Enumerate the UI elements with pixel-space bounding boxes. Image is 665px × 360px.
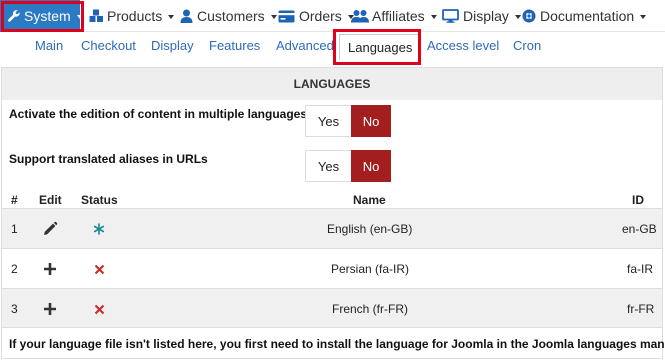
tab-languages[interactable]: Languages xyxy=(339,34,422,60)
table-row: 1 English (en-GB) en-GB xyxy=(2,208,662,248)
credit-card-icon xyxy=(277,8,296,24)
menu-products[interactable]: Products xyxy=(88,0,175,32)
user-icon xyxy=(178,8,194,24)
language-name: French (fr-FR) xyxy=(332,302,408,316)
chevron-down-icon xyxy=(430,14,437,19)
plus-icon[interactable] xyxy=(43,289,57,329)
menu-orders[interactable]: Orders xyxy=(277,0,354,32)
tab-checkout[interactable]: Checkout xyxy=(81,32,136,58)
languages-panel: LANGUAGES Activate the edition of conten… xyxy=(1,67,665,359)
install-language-note: If your language file isn't listed here,… xyxy=(2,327,665,359)
monitor-icon xyxy=(441,8,460,24)
menu-orders-label: Orders xyxy=(299,8,342,24)
menu-products-label: Products xyxy=(107,8,163,24)
tab-cron[interactable]: Cron xyxy=(513,32,541,58)
row-number: 3 xyxy=(11,302,18,316)
multilang-toggle: Yes No xyxy=(305,105,391,137)
cubes-icon xyxy=(88,8,104,24)
tab-access-level[interactable]: Access level xyxy=(427,32,499,58)
menu-documentation[interactable]: Documentation xyxy=(521,0,647,32)
x-icon xyxy=(94,249,105,289)
col-header-id: ID xyxy=(632,193,644,207)
row-number: 2 xyxy=(11,262,18,276)
life-ring-icon xyxy=(521,8,537,24)
setting-aliases-label: Support translated aliases in URLs xyxy=(9,152,208,166)
chevron-down-icon xyxy=(76,14,83,19)
menu-customers[interactable]: Customers xyxy=(178,0,277,32)
tab-advanced[interactable]: Advanced xyxy=(276,32,334,58)
table-row: 3 French (fr-FR) fr-FR xyxy=(2,288,662,328)
pencil-icon[interactable] xyxy=(42,209,58,249)
tab-main[interactable]: Main xyxy=(35,32,63,58)
chevron-down-icon xyxy=(270,14,277,19)
aliases-toggle: Yes No xyxy=(305,150,391,182)
menu-system[interactable]: System xyxy=(0,0,83,32)
multilang-yes-button[interactable]: Yes xyxy=(305,105,351,137)
menu-system-label: System xyxy=(24,8,71,24)
aliases-no-button[interactable]: No xyxy=(351,150,391,182)
default-asterisk-icon xyxy=(93,209,105,249)
menu-display[interactable]: Display xyxy=(441,0,521,32)
plus-icon[interactable] xyxy=(43,249,57,289)
menu-documentation-label: Documentation xyxy=(540,8,635,24)
language-name: English (en-GB) xyxy=(327,222,413,236)
language-id: fr-FR xyxy=(627,302,655,316)
menu-customers-label: Customers xyxy=(197,8,265,24)
menu-affiliates-label: Affiliates xyxy=(372,8,425,24)
panel-title: LANGUAGES xyxy=(2,68,662,100)
users-icon xyxy=(350,8,369,24)
language-id: fa-IR xyxy=(627,262,654,276)
aliases-yes-button[interactable]: Yes xyxy=(305,150,351,182)
col-header-edit: Edit xyxy=(39,193,62,207)
tab-display[interactable]: Display xyxy=(151,32,194,58)
multilang-no-button[interactable]: No xyxy=(351,105,391,137)
menu-display-label: Display xyxy=(463,8,509,24)
setting-multilang-label: Activate the edition of content in multi… xyxy=(9,107,308,121)
language-name: Persian (fa-IR) xyxy=(331,262,410,276)
col-header-name: Name xyxy=(353,193,386,207)
x-icon xyxy=(94,289,105,329)
table-row: 2 Persian (fa-IR) fa-IR xyxy=(2,248,662,288)
chevron-down-icon xyxy=(168,14,175,19)
wrench-icon xyxy=(7,8,21,24)
chevron-down-icon xyxy=(640,14,647,19)
chevron-down-icon xyxy=(514,14,521,19)
col-header-status: Status xyxy=(81,193,118,207)
tab-features[interactable]: Features xyxy=(209,32,260,58)
row-number: 1 xyxy=(11,222,18,236)
top-menubar: System Products Customers Orders Affilia… xyxy=(0,0,665,32)
language-id: en-GB xyxy=(622,222,657,236)
menu-affiliates[interactable]: Affiliates xyxy=(350,0,437,32)
col-header-num: # xyxy=(11,193,18,207)
